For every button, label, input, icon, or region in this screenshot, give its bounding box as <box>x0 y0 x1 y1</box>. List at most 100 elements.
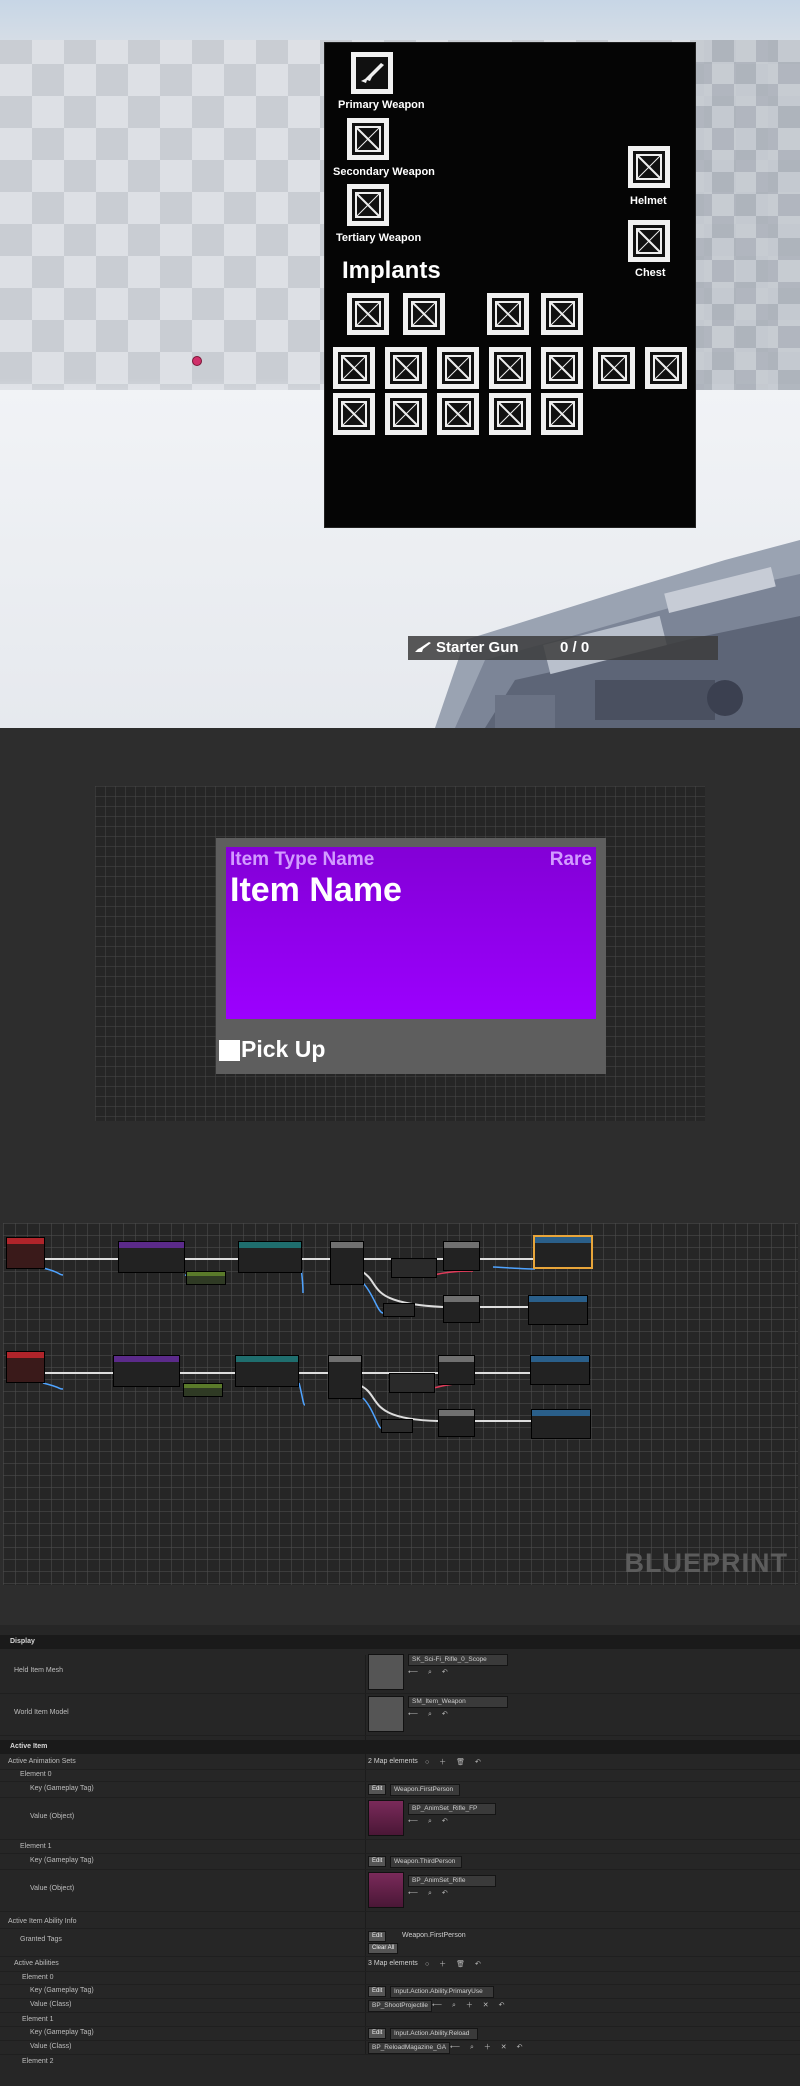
cast-node-2[interactable] <box>238 1241 302 1273</box>
unlink-anim-class-node-1[interactable] <box>530 1355 590 1385</box>
tertiary-weapon-slot[interactable] <box>347 184 389 226</box>
row-ability-info[interactable]: Active Item Ability Info <box>0 1916 800 1929</box>
secondary-weapon-label: Secondary Weapon <box>333 166 435 178</box>
implant-slot[interactable] <box>489 347 531 389</box>
ammo-count: 0 / 0 <box>560 639 590 656</box>
link-anim-class-node-2[interactable] <box>528 1295 588 1325</box>
game-viewport: Primary Weapon Secondary Weapon Tertiary… <box>0 0 800 728</box>
empty-slot-icon <box>653 355 679 381</box>
edit-button[interactable]: Edit <box>368 1784 387 1795</box>
implant-slot[interactable] <box>385 393 427 435</box>
cast-node-4[interactable] <box>235 1355 299 1387</box>
chest-slot[interactable] <box>628 220 670 262</box>
asset-actions-icons[interactable]: ⟵ ⌕ ↶ <box>408 1668 452 1677</box>
chest-label: Chest <box>635 267 666 279</box>
ab-el1-value-dropdown[interactable]: BP_ReloadMagazine_GA <box>368 2042 450 2054</box>
edit-button[interactable]: Edit <box>368 1856 387 1867</box>
get-actor-node-2[interactable] <box>183 1383 223 1397</box>
empty-slot-icon <box>636 228 662 254</box>
implant-slot[interactable] <box>541 293 583 335</box>
function-node-3[interactable] <box>389 1373 435 1393</box>
el0-value-dropdown[interactable]: BP_AnimSet_Rifle_FP <box>408 1803 496 1815</box>
item-card: Item Type Name Rare Item Name <box>226 847 596 1019</box>
implant-slot[interactable] <box>347 293 389 335</box>
implant-slot[interactable] <box>437 393 479 435</box>
row-ab-el1-value: Value (Class) BP_ReloadMagazine_GA ⟵ ⌕ ＋… <box>0 2040 800 2055</box>
row-world-item-model: World Item Model SM_Item_Weapon ⟵ ⌕ ↶ <box>0 1693 800 1736</box>
el1-value-dropdown[interactable]: BP_AnimSet_Rifle <box>408 1875 496 1887</box>
sequence-node-2[interactable] <box>328 1355 362 1399</box>
blueprint-graph[interactable]: BLUEPRINT <box>3 1223 798 1585</box>
implant-slot[interactable] <box>403 293 445 335</box>
cast-node-3[interactable] <box>113 1355 180 1387</box>
empty-slot-icon <box>355 301 381 327</box>
category-active-item[interactable]: Active Item <box>0 1740 800 1754</box>
implant-slot[interactable] <box>385 347 427 389</box>
el0-key-value[interactable]: Weapon.FirstPerson <box>390 1784 460 1796</box>
row-ab-element-2[interactable]: Element 2 <box>0 2056 800 2068</box>
function-node-1[interactable] <box>391 1258 437 1278</box>
inventory-panel: Primary Weapon Secondary Weapon Tertiary… <box>324 42 696 528</box>
secondary-weapon-slot[interactable] <box>347 118 389 160</box>
row-ab-el0-key: Key (Gameplay Tag) Edit Input.Action.Abi… <box>0 1984 800 1999</box>
function-node-2[interactable] <box>383 1303 415 1317</box>
branch-node-3[interactable] <box>438 1355 475 1385</box>
empty-slot-icon <box>549 401 575 427</box>
el1-value-thumbnail[interactable] <box>368 1872 404 1908</box>
item-name: Item Name <box>230 871 402 909</box>
details-panel: Display Held Item Mesh SK_Sci-Fi_Rifle_0… <box>0 1625 800 2086</box>
edit-button[interactable]: Edit <box>368 1986 387 1997</box>
row-el0-value: Value (Object) BP_AnimSet_Rifle_FP ⟵ ⌕ ↶ <box>0 1797 800 1840</box>
ab-el0-value-dropdown[interactable]: BP_ShootProjectile <box>368 2000 432 2012</box>
implant-slot[interactable] <box>333 393 375 435</box>
map-actions-icons[interactable]: ○ ＋ 🗑 ↶ <box>425 1959 485 1969</box>
ab-el0-key-value[interactable]: Input.Action.Ability.PrimaryUse <box>390 1986 494 1998</box>
category-display-label: Display <box>10 1638 35 1645</box>
get-actor-node-1[interactable] <box>186 1271 226 1285</box>
implant-slot[interactable] <box>489 393 531 435</box>
implant-slot[interactable] <box>541 393 583 435</box>
implant-slot[interactable] <box>593 347 635 389</box>
unlink-anim-class-node-2[interactable] <box>531 1409 591 1439</box>
tertiary-weapon-label: Tertiary Weapon <box>336 232 422 244</box>
class-actions-icons[interactable]: ⟵ ⌕ ＋ ✕ ↶ <box>432 2000 508 2010</box>
empty-slot-icon <box>549 355 575 381</box>
branch-node-4[interactable] <box>438 1409 475 1437</box>
implant-slot[interactable] <box>487 293 529 335</box>
cast-node-1[interactable] <box>118 1241 185 1273</box>
row-el1-value: Value (Object) BP_AnimSet_Rifle ⟵ ⌕ ↶ <box>0 1869 800 1912</box>
asset-actions-icons[interactable]: ⟵ ⌕ ↶ <box>408 1710 452 1719</box>
helmet-slot[interactable] <box>628 146 670 188</box>
crosshair <box>192 356 202 366</box>
el0-value-thumbnail[interactable] <box>368 1800 404 1836</box>
empty-slot-icon <box>549 301 575 327</box>
link-anim-class-node-1[interactable] <box>533 1235 593 1269</box>
implant-slot[interactable] <box>645 347 687 389</box>
implant-slot[interactable] <box>437 347 479 389</box>
implant-slot[interactable] <box>333 347 375 389</box>
map-actions-icons[interactable]: ○ ＋ 🗑 ↶ <box>425 1757 485 1767</box>
branch-node-1[interactable] <box>443 1241 480 1271</box>
edit-button[interactable]: Edit <box>368 1931 387 1942</box>
clear-all-button[interactable]: Clear All <box>368 1943 399 1954</box>
sequence-node-1[interactable] <box>330 1241 364 1285</box>
primary-weapon-slot[interactable] <box>351 52 393 94</box>
implant-slot[interactable] <box>541 347 583 389</box>
asset-actions-icons[interactable]: ⟵ ⌕ ↶ <box>408 1889 452 1898</box>
el1-key-value[interactable]: Weapon.ThirdPerson <box>390 1856 462 1868</box>
event-node-deactivate[interactable] <box>6 1351 45 1383</box>
world-item-model-dropdown[interactable]: SM_Item_Weapon <box>408 1696 508 1708</box>
world-item-model-thumbnail[interactable] <box>368 1696 404 1732</box>
held-item-mesh-thumbnail[interactable] <box>368 1654 404 1690</box>
asset-actions-icons[interactable]: ⟵ ⌕ ↶ <box>408 1817 452 1826</box>
class-actions-icons[interactable]: ⟵ ⌕ ＋ ✕ ↶ <box>450 2042 526 2052</box>
value-class-label: Value (Class) <box>30 2001 72 2008</box>
function-node-4[interactable] <box>381 1419 413 1433</box>
empty-slot-icon <box>341 401 367 427</box>
category-display[interactable]: Display <box>0 1635 800 1649</box>
held-item-mesh-dropdown[interactable]: SK_Sci-Fi_Rifle_0_Scope <box>408 1654 508 1666</box>
branch-node-2[interactable] <box>443 1295 480 1323</box>
edit-button[interactable]: Edit <box>368 2028 387 2039</box>
ab-el1-key-value[interactable]: Input.Action.Ability.Reload <box>390 2028 478 2040</box>
event-node-activate[interactable] <box>6 1237 45 1269</box>
